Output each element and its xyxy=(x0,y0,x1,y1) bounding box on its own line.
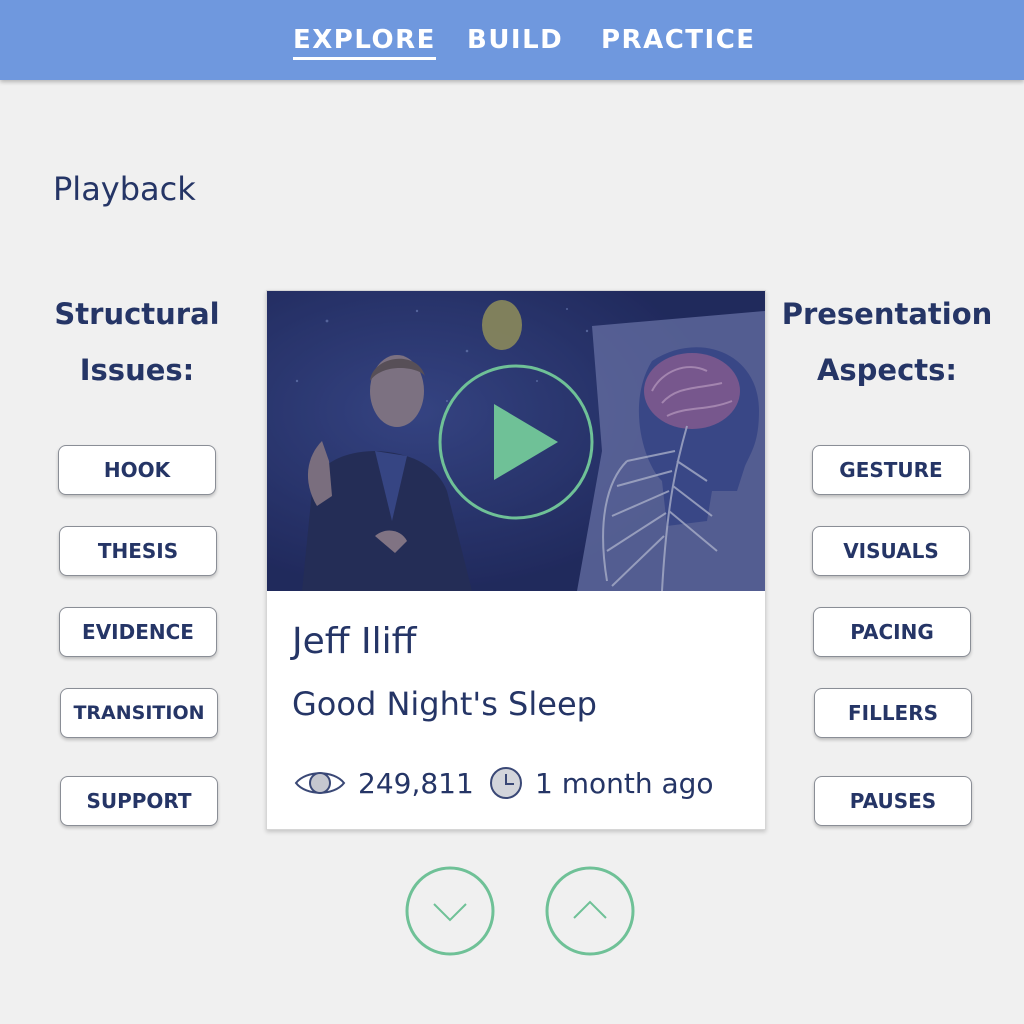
hook-button[interactable]: HOOK xyxy=(58,445,216,495)
play-button[interactable] xyxy=(438,364,594,520)
structural-heading-line1: Structural xyxy=(54,297,220,331)
tab-explore-label: EXPLORE xyxy=(293,25,436,55)
tab-build-label: BUILD xyxy=(467,25,564,55)
top-nav-bar: EXPLORE BUILD PRACTICE xyxy=(0,0,1024,80)
video-card[interactable]: Jeff Iliff Good Night's Sleep 249,811 1 … xyxy=(266,290,766,830)
pauses-button[interactable]: PAUSES xyxy=(814,776,972,826)
view-count: 249,811 xyxy=(294,763,474,803)
evidence-button[interactable]: EVIDENCE xyxy=(59,607,217,657)
scroll-down-button[interactable] xyxy=(405,866,495,956)
transition-button[interactable]: TRANSITION xyxy=(60,688,218,738)
tab-practice[interactable]: PRACTICE xyxy=(601,22,756,62)
page-title: Playback xyxy=(53,170,196,208)
clock-icon xyxy=(489,766,523,800)
speaker-name: Jeff Iliff xyxy=(292,621,417,662)
presentation-heading-line1: Presentation xyxy=(781,297,993,331)
pacing-button[interactable]: PACING xyxy=(813,607,971,657)
upload-age-value: 1 month ago xyxy=(535,766,714,800)
support-button[interactable]: SUPPORT xyxy=(60,776,218,826)
structural-heading-line2: Issues: xyxy=(79,353,195,387)
tab-practice-label: PRACTICE xyxy=(601,25,756,55)
fillers-button[interactable]: FILLERS xyxy=(814,688,972,738)
thesis-button[interactable]: THESIS xyxy=(59,526,217,576)
presentation-aspects-heading: Presentation Aspects: xyxy=(772,286,1002,398)
tab-build[interactable]: BUILD xyxy=(467,22,563,62)
visuals-button[interactable]: VISUALS xyxy=(812,526,970,576)
chevron-down-icon xyxy=(405,866,495,956)
play-icon xyxy=(438,364,594,520)
talk-title: Good Night's Sleep xyxy=(292,685,597,723)
eye-icon xyxy=(294,768,346,798)
gesture-button[interactable]: GESTURE xyxy=(812,445,970,495)
structural-issues-heading: Structural Issues: xyxy=(22,286,252,398)
tab-explore[interactable]: EXPLORE xyxy=(293,22,436,62)
active-tab-underline xyxy=(293,57,436,60)
upload-age: 1 month ago xyxy=(489,763,714,803)
scroll-up-button[interactable] xyxy=(545,866,635,956)
chevron-up-icon xyxy=(545,866,635,956)
presentation-heading-line2: Aspects: xyxy=(816,353,958,387)
view-count-value: 249,811 xyxy=(358,766,474,800)
video-thumbnail[interactable] xyxy=(267,291,765,591)
